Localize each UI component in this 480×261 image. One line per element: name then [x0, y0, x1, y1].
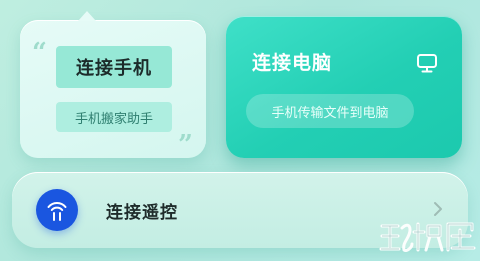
monitor-icon — [417, 54, 437, 73]
phone-subtitle-box: 手机搬家助手 — [56, 102, 172, 132]
connect-phone-card[interactable]: “ 连接手机 手机搬家助手 ” — [20, 11, 206, 160]
remote-signal-icon — [47, 201, 67, 221]
card-notch — [78, 11, 96, 21]
connect-pc-subtitle: 手机传输文件到电脑 — [271, 105, 389, 121]
phone-title-box: 连接手机 — [56, 46, 172, 88]
open-quote-icon: “ — [32, 38, 47, 68]
chevron-right-icon — [434, 202, 442, 216]
connect-pc-card[interactable]: 连接电脑 手机传输文件到电脑 — [226, 16, 462, 158]
connect-phone-subtitle: 手机搬家助手 — [74, 111, 153, 127]
connect-phone-title: 连接手机 — [76, 58, 152, 79]
remote-icon-badge — [36, 189, 78, 231]
close-quote-icon: ” — [178, 130, 193, 160]
watermark-logo — [379, 222, 476, 252]
pc-subtitle-pill: 手机传输文件到电脑 — [246, 94, 414, 128]
connect-remote-title: 连接遥控 — [106, 203, 178, 223]
connect-pc-title: 连接电脑 — [252, 52, 333, 74]
